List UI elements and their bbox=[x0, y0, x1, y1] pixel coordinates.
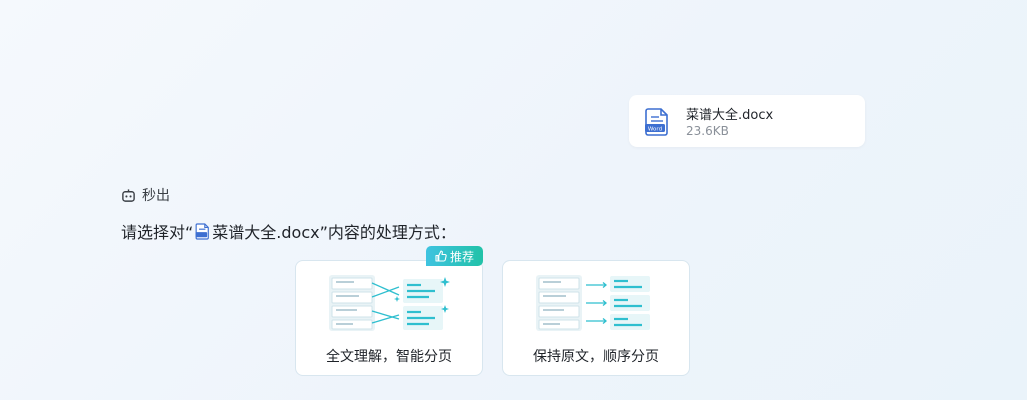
sequential-paging-illustration bbox=[536, 275, 650, 331]
option-sequential-paging[interactable]: 保持原文，顺序分页 bbox=[502, 260, 690, 376]
word-doc-icon bbox=[195, 222, 210, 240]
option-label: 保持原文，顺序分页 bbox=[533, 349, 659, 365]
svg-text:Word: Word bbox=[648, 126, 662, 132]
word-doc-icon: Word bbox=[645, 108, 668, 136]
robot-icon bbox=[122, 188, 135, 202]
recommended-badge: 推荐 bbox=[426, 246, 483, 266]
prompt-suffix: ”内容的处理方式： bbox=[319, 223, 456, 242]
file-name: 菜谱大全.docx bbox=[686, 108, 774, 123]
file-size: 23.6KB bbox=[686, 124, 729, 138]
smart-paging-illustration bbox=[329, 275, 450, 331]
thumbs-up-icon bbox=[435, 250, 447, 262]
option-smart-paging[interactable]: 全文理解，智能分页 bbox=[295, 260, 483, 376]
processing-prompt: 请选择对“ 菜谱大全.docx ”内容的处理方式： bbox=[121, 221, 456, 242]
prompt-prefix: 请选择对“ bbox=[121, 223, 194, 242]
prompt-filename: 菜谱大全.docx bbox=[212, 223, 320, 242]
uploaded-file-card[interactable]: Word 菜谱大全.docx 23.6KB bbox=[629, 95, 865, 147]
recommended-badge-label: 推荐 bbox=[449, 249, 474, 264]
option-label: 全文理解，智能分页 bbox=[326, 349, 452, 365]
bot-status-text: 秒出 bbox=[142, 188, 170, 204]
bot-status: 秒出 bbox=[121, 186, 170, 204]
